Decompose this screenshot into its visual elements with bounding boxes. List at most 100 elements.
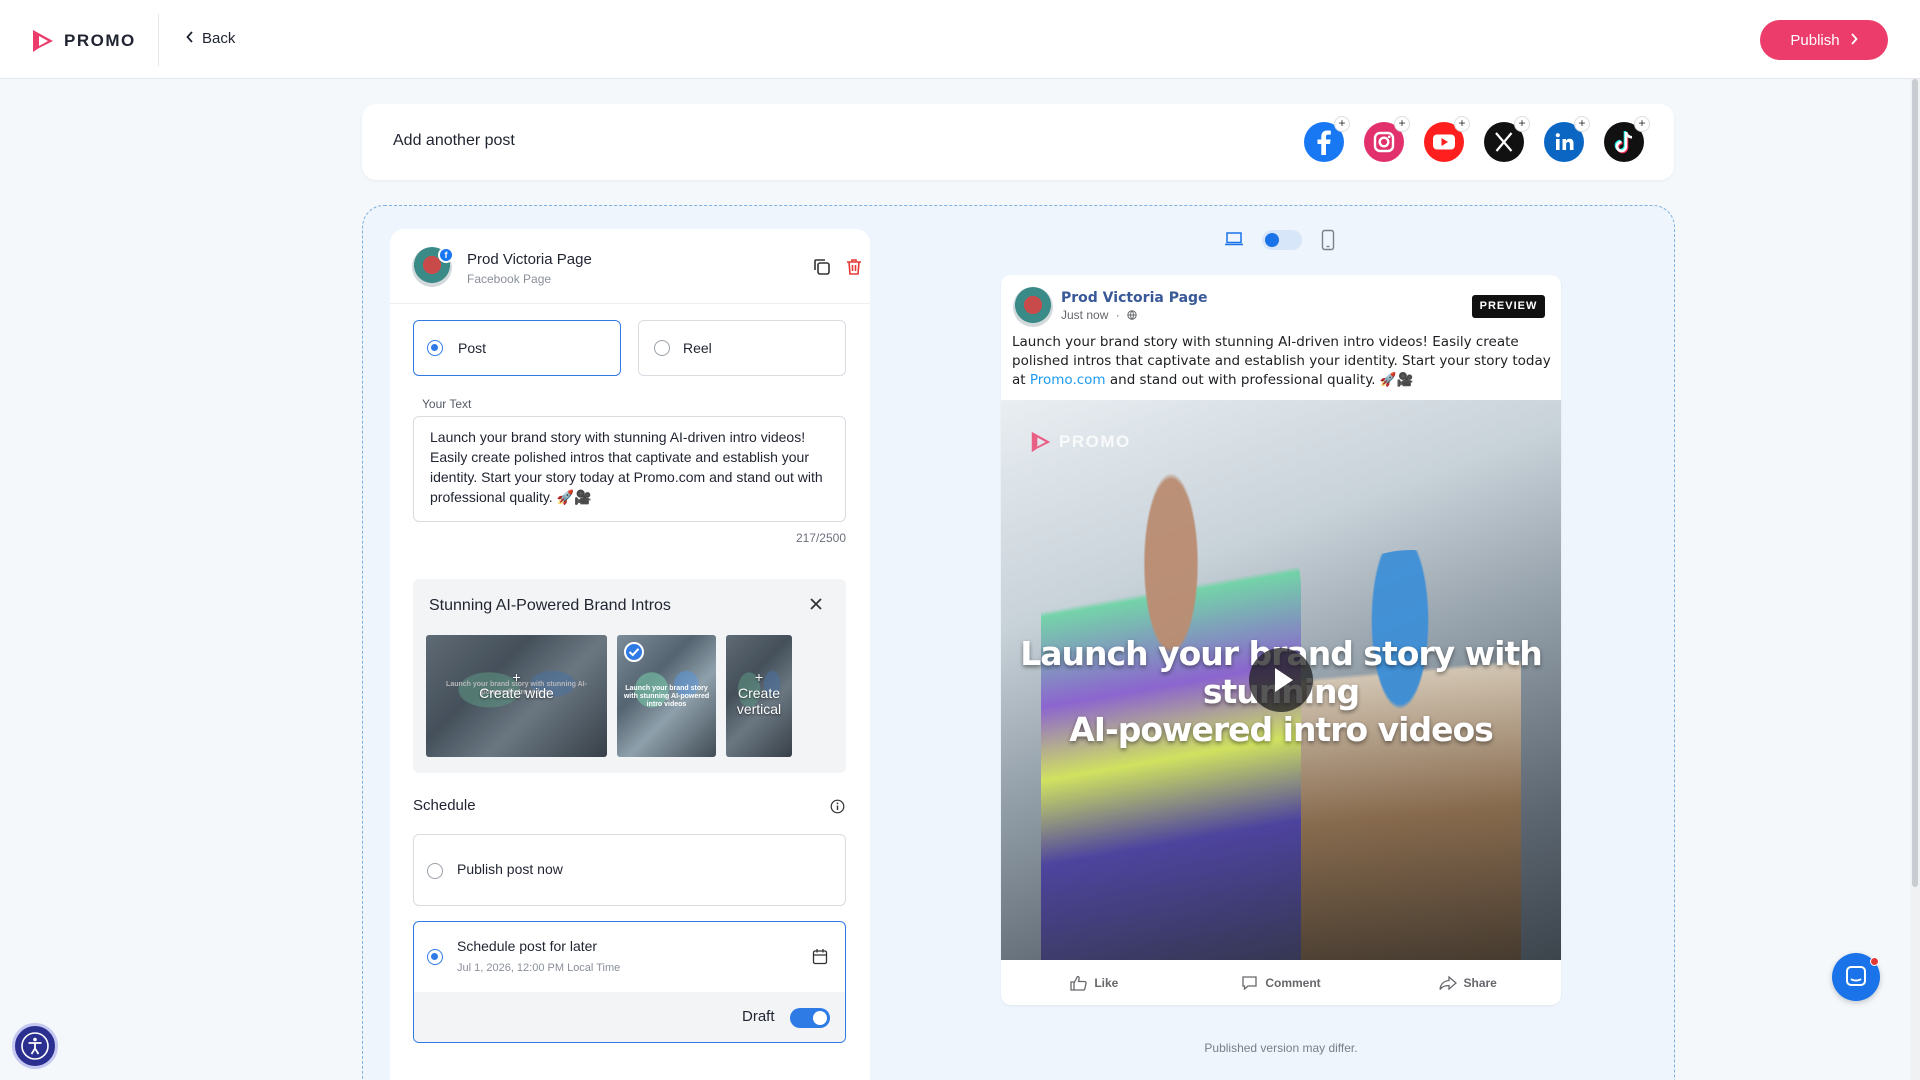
text-field-label: Your Text xyxy=(422,397,472,411)
video-watermark-text: PROMO xyxy=(1059,432,1131,451)
divider xyxy=(390,303,870,304)
preview-post-text: Launch your brand story with stunning AI… xyxy=(1012,333,1552,390)
schedule-later-option[interactable]: Schedule post for later Jul 1, 2026, 12:… xyxy=(413,921,846,1043)
comment-icon xyxy=(1242,975,1257,990)
post-type-post[interactable]: Post xyxy=(413,320,621,376)
post-type-reel[interactable]: Reel xyxy=(638,320,846,376)
post-type-label: Post xyxy=(458,340,487,356)
preview-avatar xyxy=(1013,287,1053,327)
plus-icon: + xyxy=(754,669,764,685)
share-icon xyxy=(1438,975,1457,990)
chevron-right-icon xyxy=(1850,32,1858,49)
post-type-label: Reel xyxy=(683,340,712,356)
plus-icon: + xyxy=(1334,116,1350,132)
radio-schedule-later[interactable] xyxy=(427,949,443,965)
chevron-left-icon xyxy=(186,30,194,47)
radio-post[interactable] xyxy=(427,340,443,356)
media-title: Stunning AI-Powered Brand Intros xyxy=(429,597,671,614)
mobile-view-icon[interactable] xyxy=(1321,229,1335,256)
thumbs-up-icon xyxy=(1070,975,1088,991)
draft-row: Draft xyxy=(414,992,845,1042)
create-wide-label: + Create wide xyxy=(426,669,607,701)
add-linkedin-button[interactable]: + xyxy=(1544,116,1590,162)
add-tiktok-button[interactable]: + xyxy=(1604,116,1650,162)
create-wide-thumbnail[interactable]: Launch your brand story with stunning AI… xyxy=(426,635,607,757)
plus-icon: + xyxy=(1634,116,1650,132)
preview-badge: PREVIEW xyxy=(1472,295,1545,318)
page-scrollbar[interactable] xyxy=(1910,79,1920,1080)
plus-icon: + xyxy=(1454,116,1470,132)
like-label: Like xyxy=(1094,975,1119,990)
add-facebook-button[interactable]: + xyxy=(1304,116,1350,162)
promo-logo-icon xyxy=(33,30,53,52)
back-button[interactable]: Back xyxy=(186,30,235,47)
accessibility-icon xyxy=(21,1032,49,1060)
calendar-icon[interactable] xyxy=(812,948,828,970)
account-header: f Prod Victoria Page Facebook Page xyxy=(412,247,861,295)
publish-label: Publish xyxy=(1790,31,1840,49)
info-icon[interactable] xyxy=(830,799,845,819)
facebook-preview-card: Prod Victoria Page Just now · PREVIEW La… xyxy=(1001,275,1561,1005)
preview-link[interactable]: Promo.com xyxy=(1030,372,1106,388)
preview-disclaimer: Published version may differ. xyxy=(1204,1041,1358,1055)
plus-icon: + xyxy=(1574,116,1590,132)
support-chat-button[interactable] xyxy=(1832,953,1880,1001)
preview-time-text: Just now xyxy=(1061,308,1109,322)
preview-timestamp: Just now · xyxy=(1061,308,1137,322)
schedule-label: Schedule xyxy=(413,797,476,814)
schedule-later-label: Schedule post for later xyxy=(457,938,598,954)
post-text-input[interactable]: Launch your brand story with stunning AI… xyxy=(413,416,846,522)
plus-icon: + xyxy=(1514,116,1530,132)
close-icon[interactable] xyxy=(809,597,823,616)
promo-logo-icon xyxy=(1031,431,1051,453)
radio-publish-now[interactable] xyxy=(427,863,443,879)
video-person-right xyxy=(1301,550,1521,960)
promo-logo[interactable]: PROMO xyxy=(30,28,136,54)
video-caption-line-2: AI-powered intro videos xyxy=(1069,710,1494,749)
delete-icon[interactable] xyxy=(844,257,864,282)
logo-text: PROMO xyxy=(64,31,136,50)
video-watermark-logo: PROMO xyxy=(1029,430,1131,454)
comment-label: Comment xyxy=(1265,975,1321,990)
add-another-post-bar: Add another post + + + + + + xyxy=(362,104,1674,180)
character-counter: 217/2500 xyxy=(795,531,846,545)
preview-text-end: and stand out with professional quality.… xyxy=(1105,372,1414,388)
post-editor-card: f Prod Victoria Page Facebook Page Post … xyxy=(390,229,870,1080)
scheduled-datetime: Jul 1, 2026, 12:00 PM Local Time xyxy=(457,962,621,974)
plus-icon: + xyxy=(1394,116,1410,132)
draft-toggle[interactable] xyxy=(790,1008,830,1028)
like-button[interactable]: Like xyxy=(1001,960,1188,1005)
play-icon[interactable] xyxy=(1249,648,1313,712)
checkmark-icon xyxy=(624,642,644,662)
thumbnail-caption: Launch your brand story with stunning AI… xyxy=(623,685,710,708)
duplicate-icon[interactable] xyxy=(812,257,832,282)
preview-actions: Like Comment Share xyxy=(1001,960,1561,1005)
back-label: Back xyxy=(202,30,236,47)
view-mode-toggle[interactable] xyxy=(1262,230,1302,250)
desktop-view-icon[interactable] xyxy=(1224,231,1244,252)
account-type: Facebook Page xyxy=(467,272,552,286)
selected-media-thumbnail[interactable]: Launch your brand story with stunning AI… xyxy=(617,635,716,757)
publish-now-label: Publish post now xyxy=(457,861,563,877)
account-name: Prod Victoria Page xyxy=(467,251,592,268)
publish-now-option[interactable]: Publish post now xyxy=(413,834,846,906)
preview-account-name: Prod Victoria Page xyxy=(1061,290,1208,306)
create-vertical-thumbnail[interactable]: + Create vertical xyxy=(726,635,792,757)
accessibility-button[interactable] xyxy=(12,1023,58,1069)
preview-time-separator: · xyxy=(1115,308,1120,322)
create-vertical-text: Create vertical xyxy=(736,685,782,717)
add-another-post-label: Add another post xyxy=(393,132,515,149)
share-button[interactable]: Share xyxy=(1374,960,1561,1005)
preview-video[interactable]: PROMO Launch your brand story with stunn… xyxy=(1001,400,1561,960)
add-youtube-button[interactable]: + xyxy=(1424,116,1470,162)
radio-reel[interactable] xyxy=(654,340,670,356)
facebook-icon: f xyxy=(438,247,454,263)
create-wide-text: Create wide xyxy=(479,685,554,701)
add-instagram-button[interactable]: + xyxy=(1364,116,1410,162)
comment-button[interactable]: Comment xyxy=(1188,960,1375,1005)
scrollbar-thumb[interactable] xyxy=(1912,79,1918,887)
add-x-button[interactable]: + xyxy=(1484,116,1530,162)
publish-button[interactable]: Publish xyxy=(1760,20,1888,60)
media-section: Stunning AI-Powered Brand Intros Launch … xyxy=(413,579,846,773)
globe-icon xyxy=(1127,310,1137,320)
